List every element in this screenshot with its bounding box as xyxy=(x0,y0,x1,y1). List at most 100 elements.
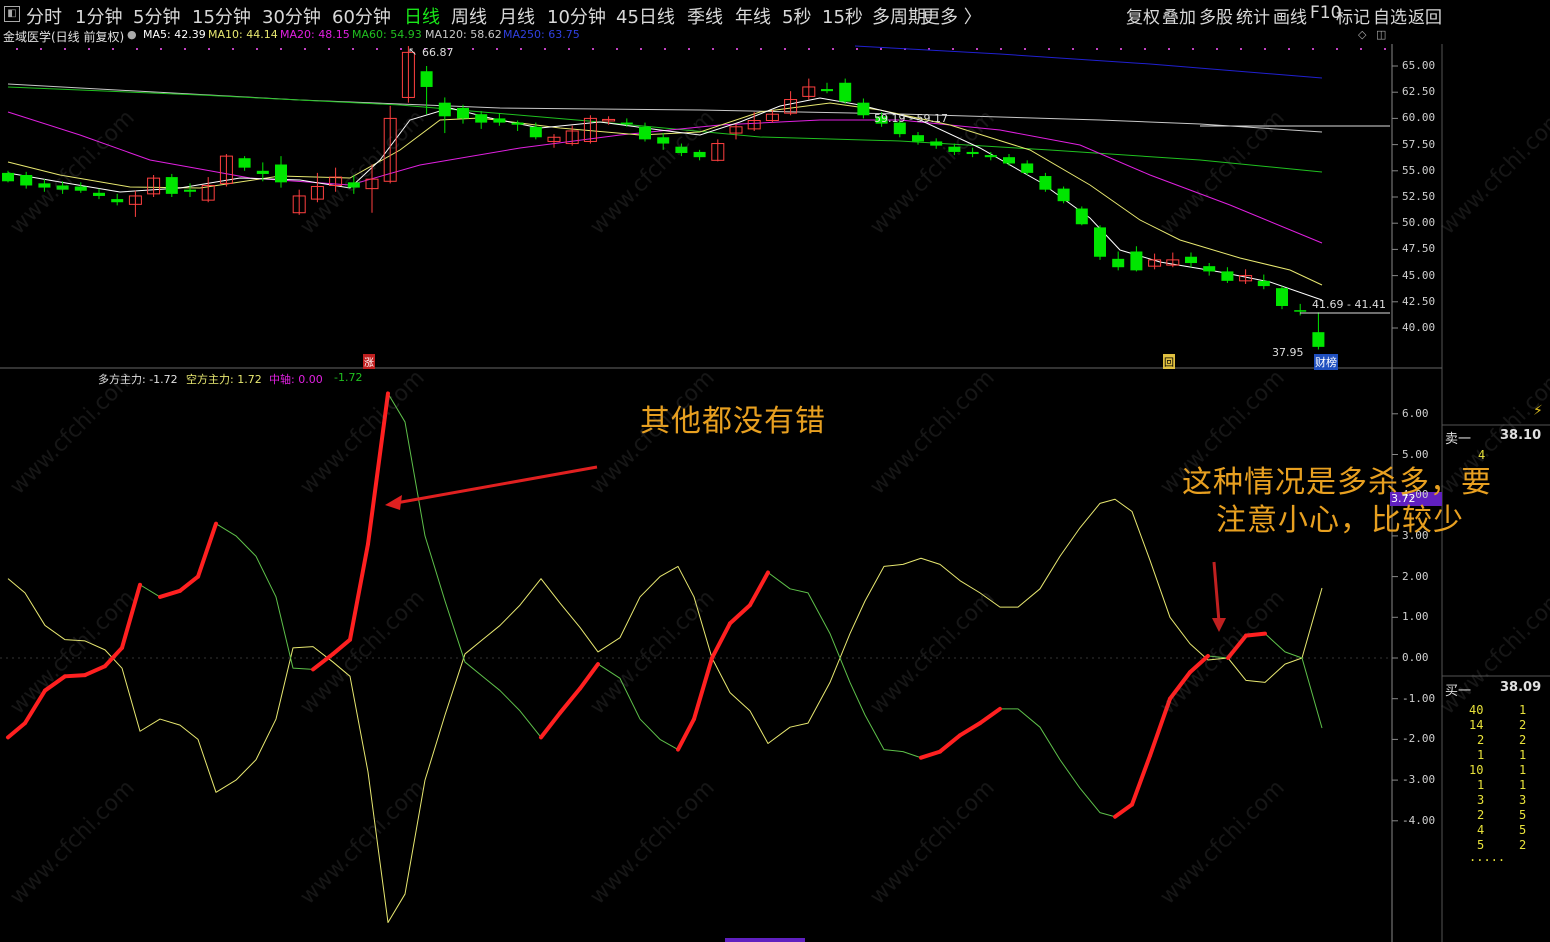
candle-body xyxy=(1021,163,1034,173)
arrow-1-head xyxy=(385,495,402,510)
rising-segment xyxy=(1113,802,1134,819)
dot xyxy=(520,48,522,50)
dot xyxy=(112,48,114,50)
marker-zhang[interactable]: 涨 xyxy=(363,354,375,369)
rising-segment xyxy=(978,706,1002,726)
candle-body xyxy=(420,71,433,87)
ob-qty-right: 2 xyxy=(1519,718,1527,732)
dot xyxy=(976,48,978,50)
candle-body xyxy=(74,186,87,191)
dot xyxy=(160,48,162,50)
scroll-thumb xyxy=(725,938,805,942)
candle-body xyxy=(839,82,852,102)
sell1-label: 卖一 xyxy=(1445,432,1472,447)
candle-body xyxy=(2,172,14,182)
ob-qty-left: 2 xyxy=(1477,733,1485,747)
candle-body xyxy=(1039,176,1052,190)
rising-segment xyxy=(748,570,770,608)
candle-body xyxy=(438,102,451,117)
rising-segment xyxy=(692,656,714,722)
dot xyxy=(784,48,786,50)
rising-segment xyxy=(539,710,562,740)
candle-body xyxy=(1294,310,1307,312)
dot xyxy=(136,48,138,50)
annot-high: 66.87 xyxy=(422,46,454,59)
ob-qty-left: 3 xyxy=(1477,793,1485,807)
candle-body xyxy=(238,158,251,168)
dot-row xyxy=(16,48,1386,50)
dot xyxy=(1096,48,1098,50)
candle-body xyxy=(275,164,287,183)
dot xyxy=(304,48,306,50)
ob-qty-right: 1 xyxy=(1519,748,1527,762)
dot xyxy=(1120,48,1122,50)
dot xyxy=(1072,48,1074,50)
rising-segment xyxy=(6,721,27,740)
candle-body xyxy=(912,135,924,142)
ob-qty-left: 1 xyxy=(1477,748,1485,762)
rising-segment xyxy=(83,664,107,678)
candle-body xyxy=(1130,251,1143,271)
candle-body xyxy=(184,189,196,192)
rising-segment xyxy=(728,603,752,626)
dot xyxy=(688,48,690,50)
dot xyxy=(1384,48,1386,50)
marker-caibang[interactable]: 财榜 xyxy=(1314,354,1338,370)
dot xyxy=(568,48,570,50)
ob-qty-right: 1 xyxy=(1519,703,1527,717)
candles xyxy=(2,46,1325,350)
dot xyxy=(808,48,810,50)
dot xyxy=(40,48,42,50)
candle-body xyxy=(1203,266,1216,272)
candle-body xyxy=(457,107,469,119)
indicator-tick: -2.00 xyxy=(1402,732,1436,746)
rising-segment xyxy=(348,542,370,642)
dot xyxy=(856,48,858,50)
annot-high-arrow: ↖ xyxy=(408,45,418,58)
candle-body xyxy=(165,177,178,194)
price-tick: 42.50 xyxy=(1402,294,1436,308)
dot xyxy=(496,48,498,50)
price-tick: 45.00 xyxy=(1402,268,1436,282)
dot xyxy=(880,48,882,50)
rising-segment xyxy=(919,749,942,760)
ob-qty-left: 40 xyxy=(1469,703,1484,717)
candle-body xyxy=(1221,271,1234,281)
note-2-line2: 注意小心，比较少 xyxy=(1216,503,1464,538)
marker-hui[interactable]: 回 xyxy=(1163,354,1175,369)
dot xyxy=(88,48,90,50)
dot xyxy=(640,48,642,50)
arrow-2 xyxy=(1212,561,1221,623)
dot xyxy=(280,48,282,50)
candle-body xyxy=(693,151,706,158)
rising-segment xyxy=(938,733,962,754)
dot xyxy=(712,48,714,50)
candle-body xyxy=(493,118,506,123)
rising-segment xyxy=(558,686,582,715)
candle-body xyxy=(1276,288,1288,306)
ind-short: 空方主力: 1.72 xyxy=(186,373,262,386)
ind-axis-label: 中轴: 0.00 xyxy=(269,373,323,386)
dot xyxy=(664,48,666,50)
candle-body xyxy=(1057,188,1070,202)
dot xyxy=(592,48,594,50)
rising-segment xyxy=(1130,753,1152,807)
dot xyxy=(376,48,378,50)
dot xyxy=(1168,48,1170,50)
dot xyxy=(1024,48,1026,50)
dot xyxy=(1144,48,1146,50)
indicator-tick: -3.00 xyxy=(1402,773,1436,787)
rising-segment xyxy=(196,521,218,579)
ob-qty-left: 10 xyxy=(1469,763,1484,777)
annot-recent: 41.69 - 41.41 xyxy=(1312,298,1386,311)
rising-segment xyxy=(958,721,982,738)
candle-body xyxy=(620,122,633,125)
candle-body xyxy=(821,89,833,92)
dot xyxy=(1336,48,1338,50)
candle-body xyxy=(984,155,997,158)
candle-body xyxy=(1112,258,1125,268)
ob-qty-right: 2 xyxy=(1519,733,1527,747)
price-tick: 62.50 xyxy=(1402,85,1436,99)
candle-body xyxy=(639,126,651,140)
rising-segment xyxy=(63,673,87,679)
